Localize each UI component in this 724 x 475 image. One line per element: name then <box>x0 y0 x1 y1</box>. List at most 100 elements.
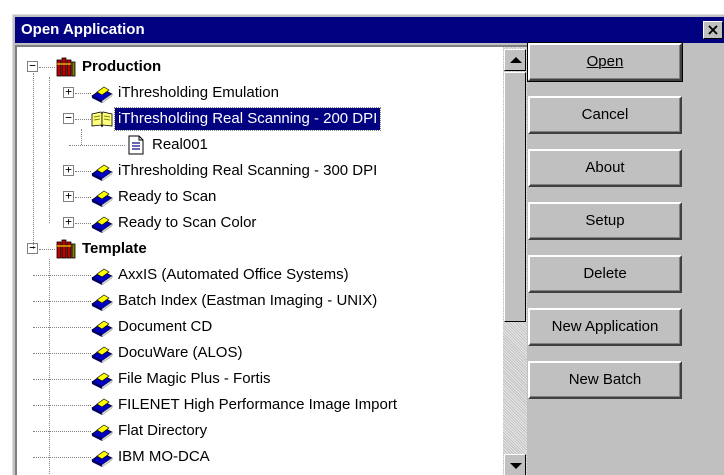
tree-expander[interactable]: + <box>63 86 74 98</box>
tree-item[interactable]: FILENET High Performance Image Import <box>17 392 503 418</box>
scroll-thumb[interactable] <box>504 72 526 322</box>
new-batch-button[interactable]: New Batch <box>528 361 682 399</box>
closed-book-icon <box>91 369 113 390</box>
document-icon <box>125 135 147 155</box>
scroll-down-button[interactable] <box>504 454 526 475</box>
tree-item[interactable]: File Magic Plus - Fortis <box>17 366 503 392</box>
tree-group[interactable]: − Template <box>17 236 503 262</box>
arrow-up-icon <box>510 57 522 63</box>
closed-book-icon <box>91 395 113 416</box>
cancel-button[interactable]: Cancel <box>528 96 682 134</box>
closed-book-icon <box>91 343 113 364</box>
tree-item[interactable]: + Ready to Scan <box>17 184 503 210</box>
closed-book-icon <box>91 161 113 182</box>
tree-connector <box>49 259 50 475</box>
tree-label: IBM MO-DCA <box>118 448 210 465</box>
tree-label: iThresholding Emulation <box>118 84 279 101</box>
closed-book-icon <box>91 317 113 338</box>
tree-connector <box>75 171 91 172</box>
tree-item[interactable]: Batch Index (Eastman Imaging - UNIX) <box>17 288 503 314</box>
tree-item[interactable]: DocuWare (ALOS) <box>17 340 503 366</box>
closed-book-icon <box>91 83 113 104</box>
tree-connector <box>33 405 91 406</box>
tree-item[interactable]: Flat Directory <box>17 418 503 444</box>
tree-item[interactable]: Document CD <box>17 314 503 340</box>
tree-connector <box>33 457 91 458</box>
application-tree-frame: − Production + iThresholding Emulation − iThr… <box>15 45 527 475</box>
tree-item[interactable]: + Ready to Scan Color <box>17 210 503 236</box>
tree-connector <box>33 353 91 354</box>
tree-connector <box>49 77 50 223</box>
tree-connector <box>39 67 55 68</box>
tree-connector <box>33 431 91 432</box>
application-tree[interactable]: − Production + iThresholding Emulation − iThr… <box>17 47 503 475</box>
closed-book-icon <box>91 187 113 208</box>
tree-expander[interactable]: + <box>63 190 74 202</box>
tree-label: Batch Index (Eastman Imaging - UNIX) <box>118 292 378 309</box>
books-icon <box>55 239 77 259</box>
tree-label: Production <box>82 58 162 75</box>
tree-connector <box>33 275 91 276</box>
tree-item[interactable]: + iThresholding Real Scanning - 300 DPI <box>17 158 503 184</box>
about-button[interactable]: About <box>528 149 682 187</box>
tree-item[interactable]: − iThresholding Real Scanning - 200 DPI <box>17 106 503 132</box>
tree-expander[interactable]: − <box>27 60 38 72</box>
tree-connector <box>69 145 125 146</box>
about-button-label: About <box>585 159 625 176</box>
open-button[interactable]: Open <box>527 42 683 82</box>
close-button[interactable]: × <box>703 21 723 39</box>
tree-expander[interactable]: − <box>63 112 74 124</box>
tree-label: AxxIS (Automated Office Systems) <box>118 266 349 283</box>
tree-connector <box>81 129 82 145</box>
scroll-up-button[interactable] <box>504 49 526 71</box>
tree-item[interactable]: + iThresholding Emulation <box>17 80 503 106</box>
tree-connector <box>33 73 34 249</box>
new-application-button-label: New Application <box>551 318 659 335</box>
tree-item[interactable]: AxxIS (Automated Office Systems) <box>17 262 503 288</box>
tree-label: FILENET High Performance Image Import <box>118 396 397 413</box>
new-batch-button-label: New Batch <box>568 371 642 388</box>
open-book-icon <box>91 109 113 129</box>
closed-book-icon <box>91 421 113 442</box>
setup-button[interactable]: Setup <box>528 202 682 240</box>
tree-connector <box>75 119 91 120</box>
tree-label: iThresholding Real Scanning - 300 DPI <box>118 162 378 179</box>
tree-item[interactable]: IBM MO-DCA <box>17 444 503 470</box>
tree-label: Real001 <box>152 136 208 153</box>
closed-book-icon <box>91 265 113 286</box>
setup-button-label: Setup <box>585 212 625 229</box>
window-title: Open Application <box>21 21 145 38</box>
closed-book-icon <box>91 213 113 234</box>
tree-connector <box>33 379 91 380</box>
tree-label: iThresholding Real Scanning - 200 DPI <box>113 107 382 131</box>
tree-connector <box>33 301 91 302</box>
tree-label: DocuWare (ALOS) <box>118 344 243 361</box>
tree-connector <box>39 249 55 250</box>
arrow-down-icon <box>510 463 522 469</box>
tree-leaf[interactable]: Real001 <box>17 132 503 158</box>
tree-connector <box>75 223 91 224</box>
closed-book-icon <box>91 291 113 312</box>
tree-connector <box>75 197 91 198</box>
tree-label: File Magic Plus - Fortis <box>118 370 271 387</box>
tree-expander[interactable]: + <box>63 164 74 176</box>
tree-label: Ready to Scan <box>118 188 217 205</box>
tree-label: Document CD <box>118 318 213 335</box>
tree-connector <box>33 327 91 328</box>
tree-expander[interactable]: + <box>63 216 74 228</box>
delete-button-label: Delete <box>583 265 627 282</box>
tree-group[interactable]: − Production <box>17 54 503 80</box>
tree-label: Ready to Scan Color <box>118 214 257 231</box>
delete-button[interactable]: Delete <box>528 255 682 293</box>
open-application-dialog: Open Application × − Production + iThreshol… <box>12 14 724 475</box>
cancel-button-label: Cancel <box>581 106 629 123</box>
tree-label: Template <box>82 240 147 257</box>
tree-connector <box>75 93 91 94</box>
title-bar: Open Application × <box>15 17 724 43</box>
new-application-button[interactable]: New Application <box>528 308 682 346</box>
closed-book-icon <box>91 447 113 468</box>
open-button-label: Open <box>586 53 624 70</box>
books-icon <box>55 57 77 77</box>
tree-label: Flat Directory <box>118 422 208 439</box>
vertical-scrollbar[interactable] <box>503 47 527 475</box>
